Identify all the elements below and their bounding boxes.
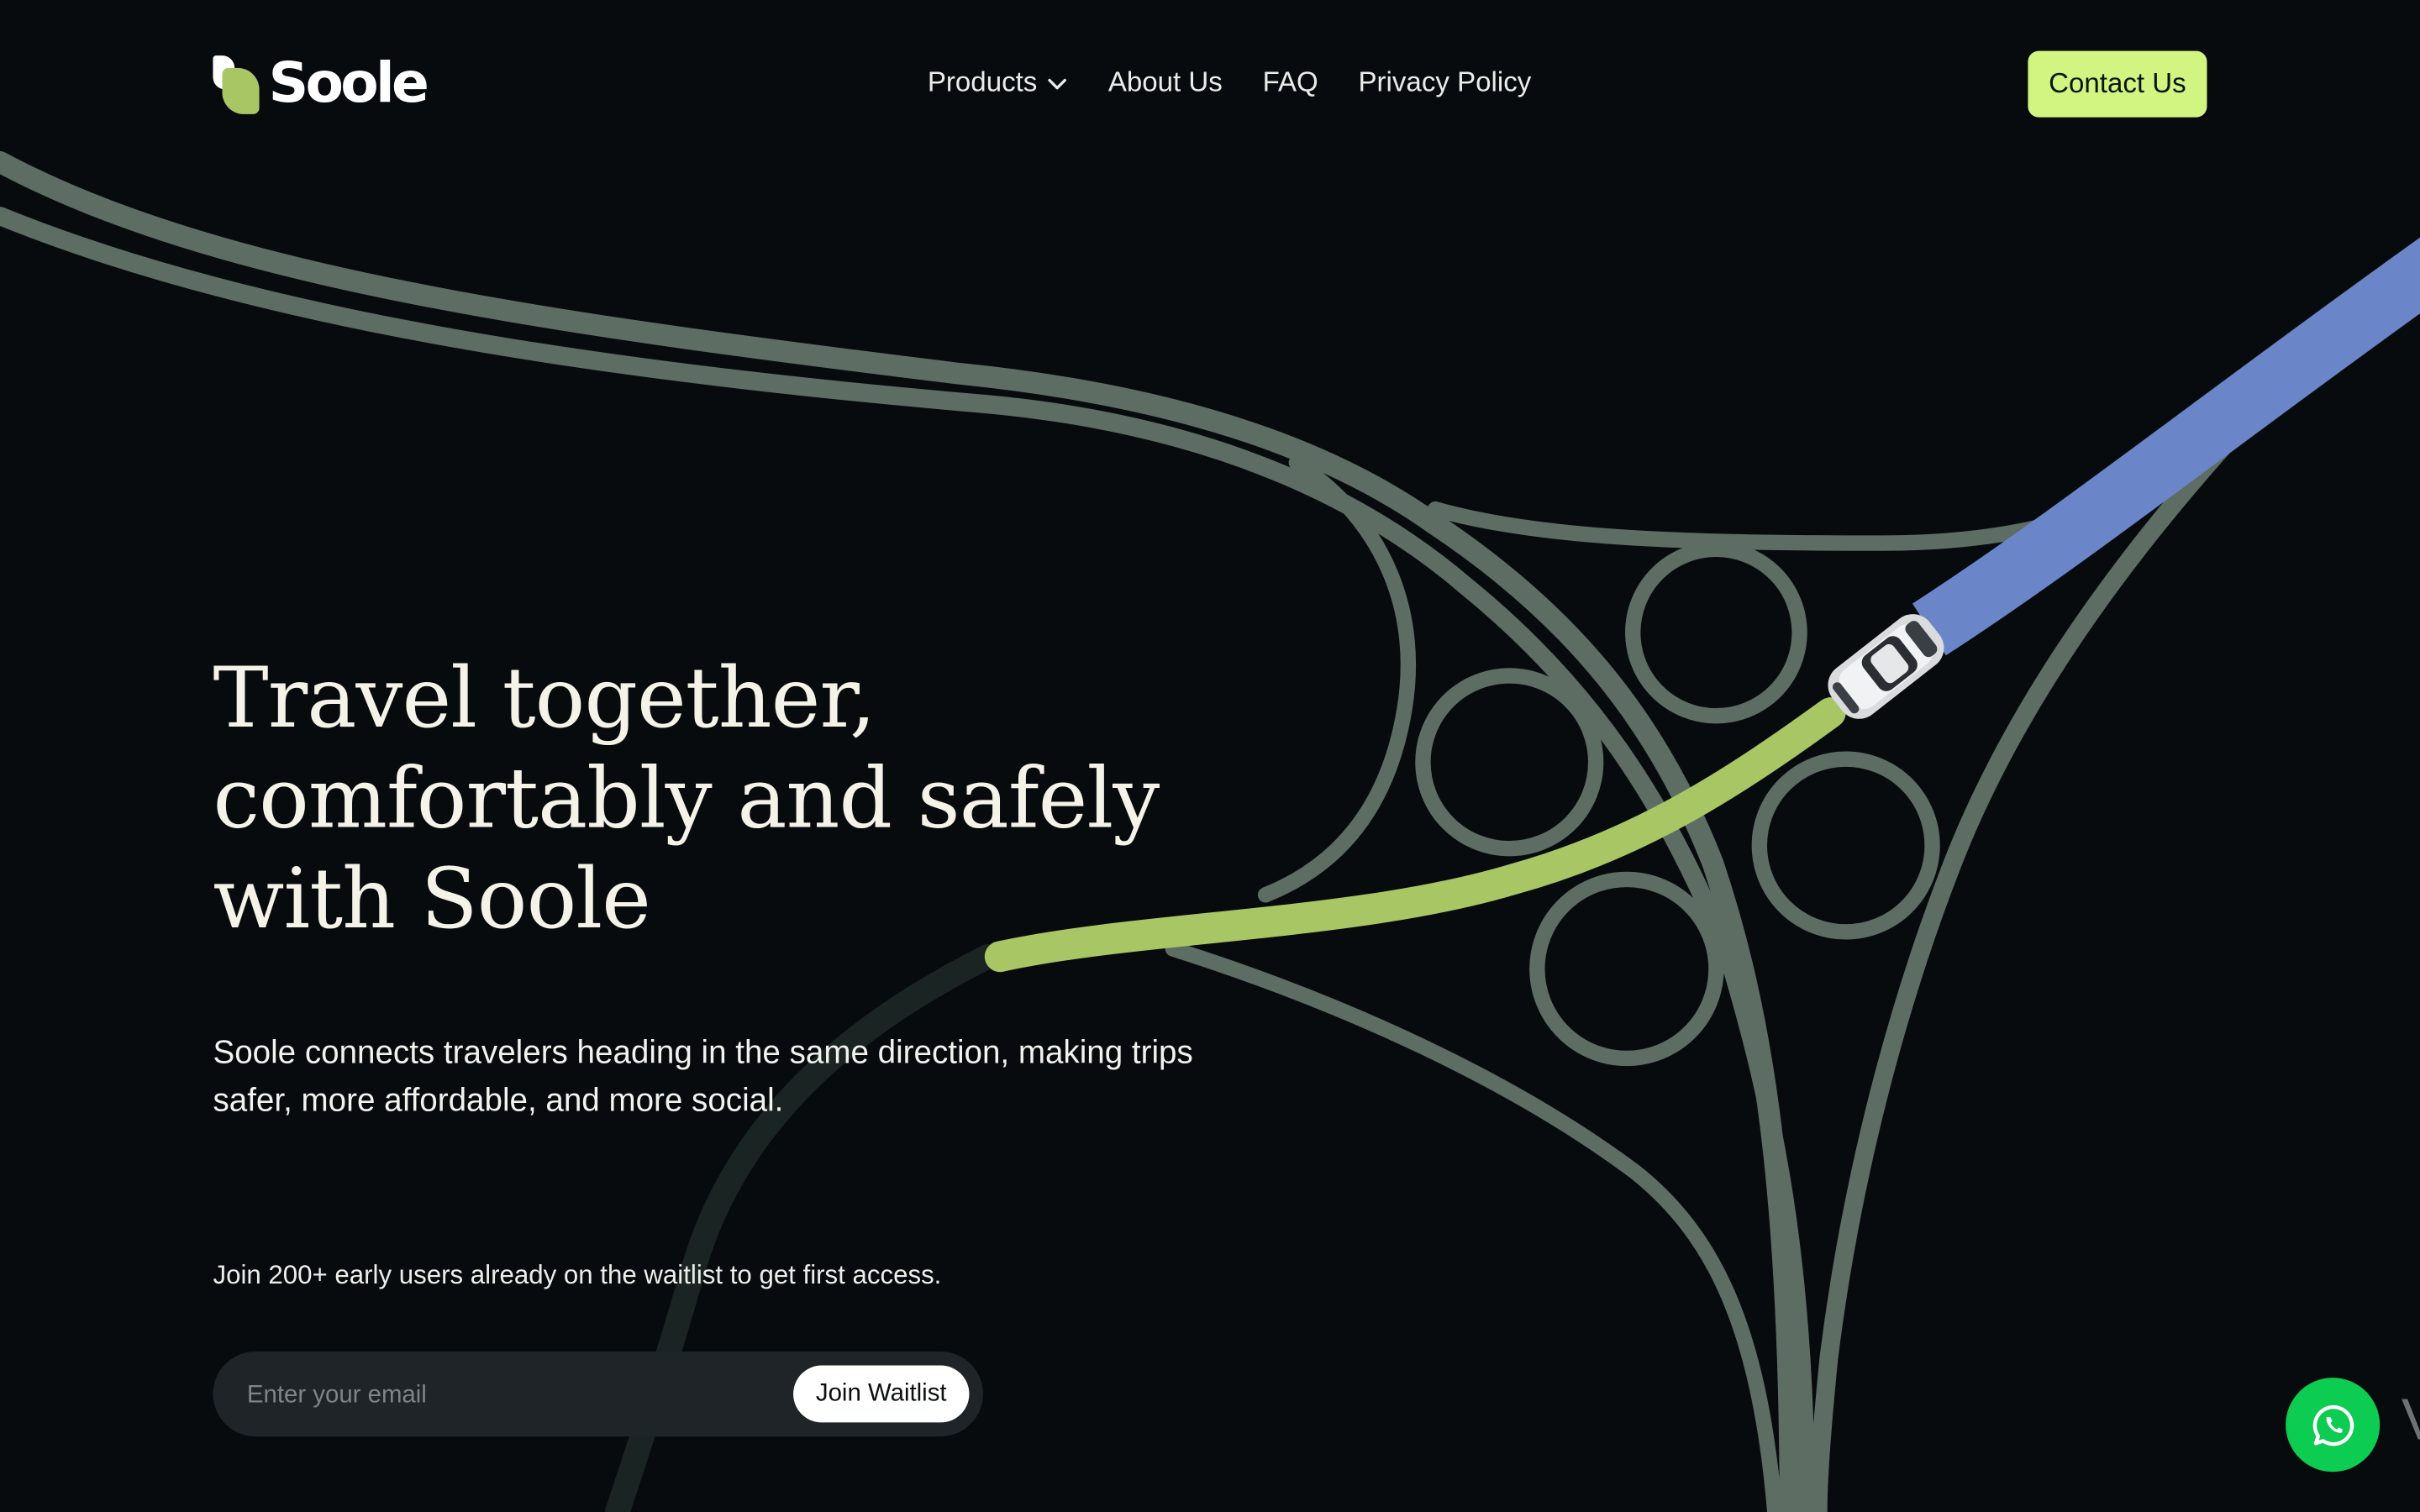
soole-logo[interactable]: Soole [213,52,429,117]
chevron-down-icon [1048,77,1067,89]
hero-title-line-3: with Soole [213,850,650,948]
nav-privacy-policy-label: Privacy Policy [1358,66,1532,97]
nav-about-us-label: About Us [1107,66,1223,97]
nav-faq-label: FAQ [1262,66,1318,97]
nav-faq[interactable]: FAQ [1263,66,1318,99]
waitlist-note: Join 200+ early users already on the wai… [213,1260,942,1290]
hero-title: Travel together, comfortably and safely … [213,648,1293,948]
email-input[interactable] [244,1367,760,1425]
brand-name: Soole [268,52,429,116]
contact-us-button[interactable]: Contact Us [2028,50,2207,118]
cloverleaf-loop-top [1625,541,1807,724]
nav-privacy-policy[interactable]: Privacy Policy [1358,66,1531,99]
whatsapp-button[interactable] [2286,1378,2381,1473]
waitlist-form: Join Waitlist [213,1351,983,1436]
whatsapp-icon [2312,1404,2354,1446]
hero-subtitle-line-1: Soole connects travelers heading in the … [213,1035,1193,1071]
join-waitlist-button[interactable]: Join Waitlist [793,1365,970,1423]
cut-off-text: V [2402,1389,2420,1455]
hero-title-line-1: Travel together, [213,649,876,747]
main-nav: Products About Us FAQ Privacy Policy [928,66,1531,99]
cloverleaf-loop-left [1415,668,1604,857]
nav-products-label: Products [927,66,1038,97]
cloverleaf-loop-bottom [1529,871,1724,1067]
cloverleaf-loop-right [1751,751,1940,940]
hero-subtitle: Soole connects travelers heading in the … [213,1029,1262,1125]
route-upcoming-blue [1912,237,2420,656]
nav-about-us[interactable]: About Us [1108,66,1223,99]
hero-subtitle-line-2: safer, more affordable, and more social. [213,1083,784,1119]
hero-title-line-2: comfortably and safely [213,749,1160,848]
nav-products[interactable]: Products [928,66,1068,99]
highway-right-diagonal [1808,438,2232,1512]
leaf-logo-icon [213,55,262,114]
